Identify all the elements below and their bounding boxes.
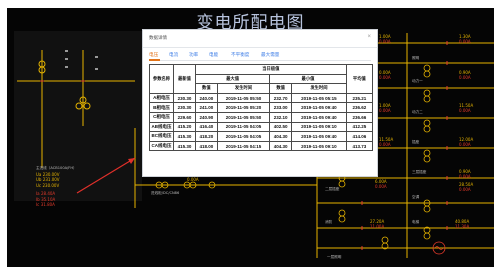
feeder-label-10: 消防 [325,220,333,224]
cell-max-time: 2019-11-05 05:50 [216,92,271,104]
reading-1b: 0.00A [379,39,391,44]
reading-3b: 0.00A [379,75,391,80]
table-row: CA线电压 415.30 418.00 2019-11-05 04:15 404.30 2… [148,140,374,152]
feeder-label-9: 电梯 [412,220,420,224]
cell-max-time: 2019-11-05 05:20 [216,102,271,113]
feeder-label-2: 动力一 [412,79,423,83]
cell-min-time: 2019-11-05 09:40 [291,102,347,113]
tab-power[interactable]: 功率 [189,52,198,58]
tab-energy[interactable]: 电能 [209,52,218,58]
reading-10b: 0.00A [459,174,471,179]
cell-avg: 413.73 [345,140,374,152]
dialog-title: 数据详情 [149,35,167,40]
dialog-header: 数据详情 × [143,30,377,48]
cell-param: C相电压 [148,111,175,123]
cell-max-time: 2019-11-05 04:05 [216,121,271,133]
reading-8b: 0.00A [459,142,471,147]
reading-5b: 0.00A [379,108,391,113]
cell-param: CA线电压 [148,140,175,152]
cell-min-time: 2019-11-05 09:40 [291,111,347,123]
cell-param: AB线电压 [148,121,175,133]
cell-avg: 412.25 [345,121,374,133]
cell-min-value: 232.70 [269,92,293,104]
cell-min-value: 404.30 [269,131,293,142]
header-avg: 平均值 [345,64,374,94]
cell-param: BC线电压 [148,131,175,142]
active-tab-indicator [149,59,160,61]
data-detail-dialog: 数据详情 × 电压 电流 功率 电能 不平衡度 最大需量 参数名称 最新值 当日… [142,29,378,177]
cell-min-time: 2019-11-05 09:10 [291,121,347,133]
header-max-time: 发生时间 [216,83,271,94]
reading-14b: 11.30A [455,224,470,229]
cell-min-value: 402.50 [269,121,293,133]
close-icon[interactable]: × [367,34,371,40]
reading-6b: 0.00A [459,108,471,113]
table-row: A相电压 230.30 240.00 2019-11-05 05:50 232.70 20… [148,92,374,104]
cell-latest: 229.60 [173,111,196,123]
cabinet-label: 进线柜/DC/CN86 [151,191,180,195]
voltage-table: 参数名称 最新值 当日极值 平均值 最大值 最小值 数值 发生时间 数值 发生时… [148,64,374,152]
table-row: BC线电压 415.30 418.20 2019-11-05 04:05 404.30 2… [148,131,374,142]
incoming-panel [14,31,142,201]
header-max: 最大值 [194,73,271,85]
cell-max-value: 416.40 [194,121,218,133]
cell-avg: 414.06 [345,131,374,142]
feeder-label-8: 一层照明 [327,255,342,259]
cell-max-time: 2019-11-05 04:15 [216,140,271,152]
feeder-label-4: 插座 [412,140,420,144]
cell-max-value: 418.20 [194,131,218,142]
cell-latest: 415.20 [173,121,196,133]
incoming-readings: 主进线（ACB100A/FH） Ua 230.00V Ub 231.00V Uc… [36,166,77,207]
header-latest: 最新值 [173,64,196,94]
tab-max-demand[interactable]: 最大需量 [261,52,279,58]
cell-min-value: 233.00 [269,102,293,113]
cabinet-value: 0.00A [187,177,199,182]
cell-max-value: 240.90 [194,111,218,123]
feeder-label-6: 三层插座 [412,170,427,174]
table-row: B相电压 230.30 241.00 2019-11-05 05:20 233.00 20… [148,102,374,113]
cell-avg: 236.66 [345,111,374,123]
header-min: 最小值 [269,73,347,85]
reading-11b: 0.00A [375,184,387,189]
tab-current[interactable]: 电流 [169,52,178,58]
cell-max-value: 418.00 [194,140,218,152]
cell-latest: 230.30 [173,102,196,113]
cell-avg: 236.62 [345,102,374,113]
cell-max-time: 2019-11-05 05:50 [216,111,271,123]
cell-max-value: 240.00 [194,92,218,104]
header-group: 当日极值 [194,64,347,75]
reading-12b: 0.00A [459,187,471,192]
header-param: 参数名称 [148,64,175,94]
table-row: C相电压 229.60 240.90 2019-11-05 05:50 232.10 20… [148,111,374,123]
cell-min-time: 2019-11-05 09:10 [291,140,347,152]
cell-max-time: 2019-11-05 04:05 [216,131,271,142]
reading-7b: 0.00A [379,142,391,147]
reading-2b: 0.00A [459,39,471,44]
reading-13b: 11.00A [370,224,385,229]
cell-latest: 415.30 [173,140,196,152]
cell-min-time: 2019-11-05 09:40 [291,131,347,142]
header-min-value: 数值 [269,83,293,94]
header-max-value: 数值 [194,83,218,94]
cell-latest: 415.30 [173,131,196,142]
cell-param: B相电压 [148,102,175,113]
tab-voltage[interactable]: 电压 [149,52,158,58]
feeder-label-7: 空调 [412,195,420,199]
cell-min-value: 232.10 [269,111,293,123]
reading-4b: 0.00A [459,75,471,80]
cell-avg: 235.21 [345,92,374,104]
diagram-canvas: 变电所配电图 主进线（ACB100A/FH） Ua 230.00V Ub 231… [7,8,494,267]
cell-latest: 230.30 [173,92,196,104]
cell-max-value: 241.00 [194,102,218,113]
feeder-label-1: 照明 [412,56,420,60]
table-row: AB线电压 415.20 416.40 2019-11-05 04:05 402.50 2… [148,121,374,133]
cell-min-time: 2019-11-05 05:15 [291,92,347,104]
feeder-label-5: 二层插座 [325,187,340,191]
cell-min-value: 404.30 [269,140,293,152]
cell-param: A相电压 [148,92,175,104]
feeder-label-3: 动力二 [412,110,423,114]
header-min-time: 发生时间 [291,83,347,94]
tab-unbalance[interactable]: 不平衡度 [231,52,249,58]
